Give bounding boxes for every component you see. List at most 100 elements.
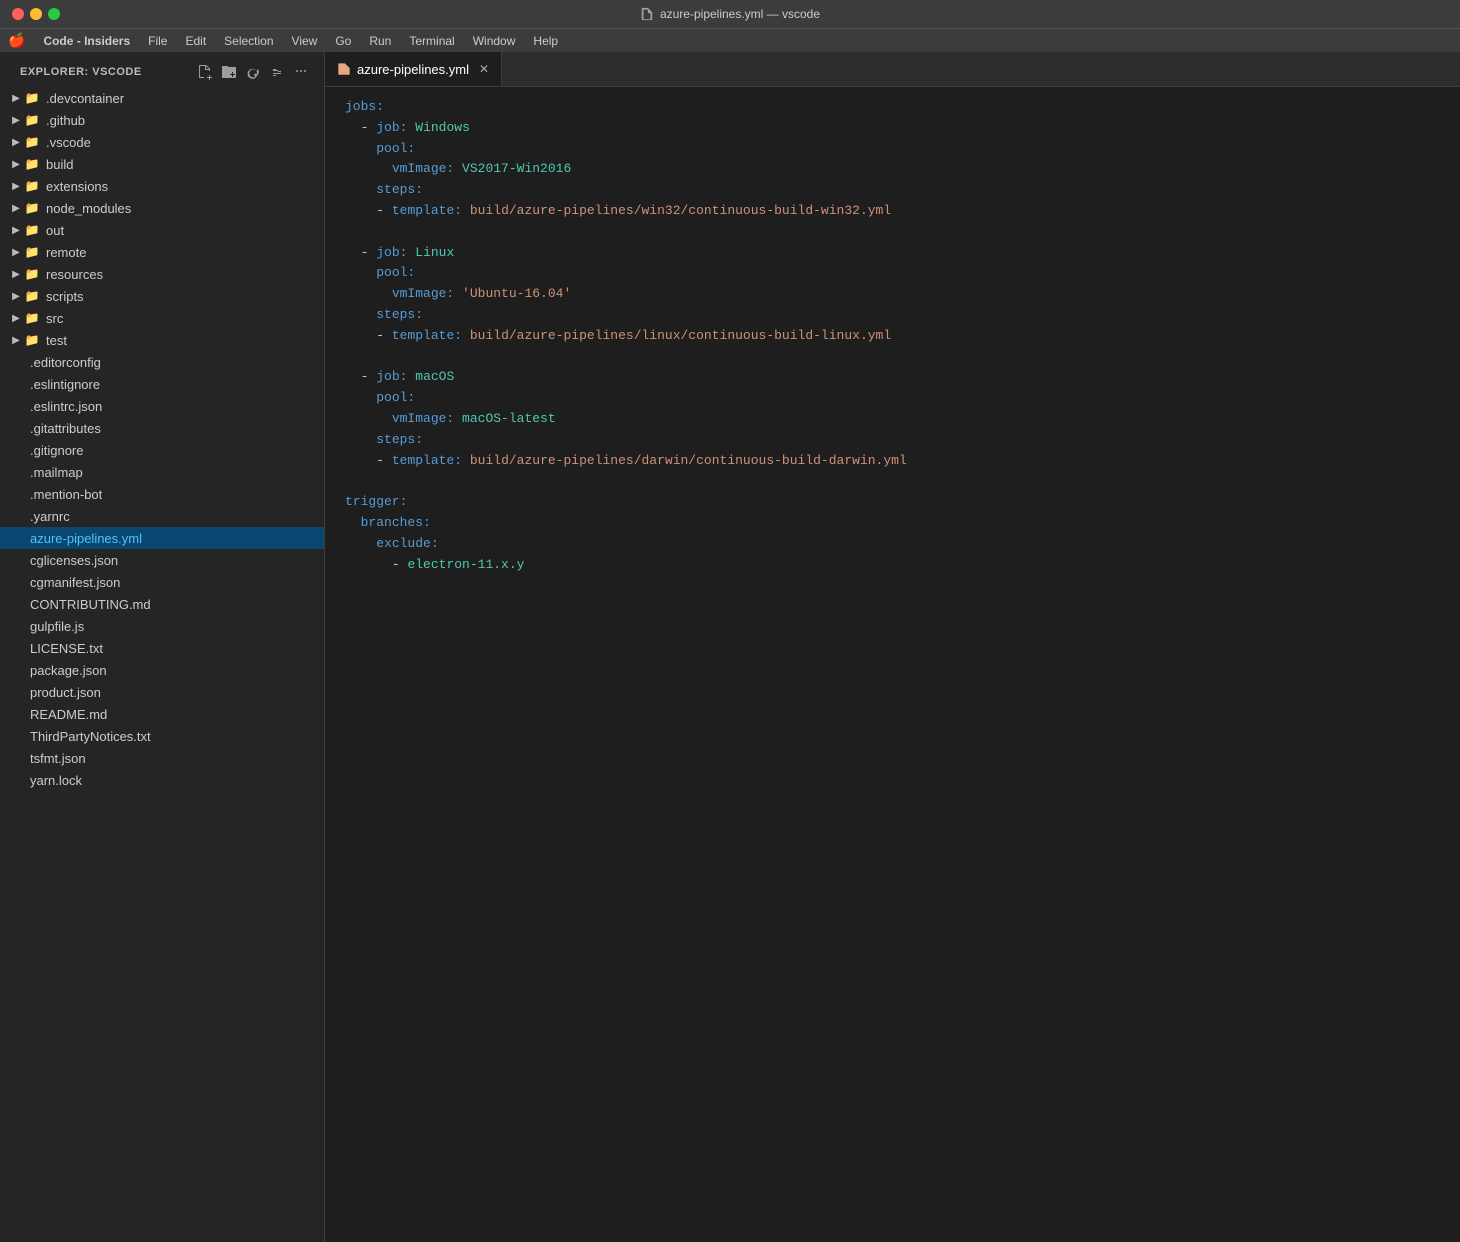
code-line: - job: Linux <box>325 243 1460 264</box>
file-azure-pipelines[interactable]: azure-pipelines.yml <box>0 527 324 549</box>
file-eslintignore[interactable]: .eslintignore <box>0 373 324 395</box>
close-button[interactable] <box>12 8 24 20</box>
menubar-help[interactable]: Help <box>525 32 566 50</box>
more-actions-button[interactable] <box>290 61 312 83</box>
new-folder-button[interactable] <box>218 61 240 83</box>
menubar-window[interactable]: Window <box>465 32 524 50</box>
file-tsfmt[interactable]: tsfmt.json <box>0 747 324 769</box>
chevron-icon: ▶ <box>8 178 24 194</box>
file-mailmap[interactable]: .mailmap <box>0 461 324 483</box>
folder-scripts[interactable]: ▶ 📁 scripts <box>0 285 324 307</box>
file-tree: ▶ 📁 .devcontainer ▶ 📁 .github ▶ 📁 .vscod… <box>0 87 324 1242</box>
sidebar-actions <box>194 61 312 83</box>
main-container: EXPLORER: VSCODE <box>0 52 1460 1242</box>
folder-icon: 📁 <box>24 134 40 150</box>
file-icon <box>640 7 654 21</box>
folder-icon: 📁 <box>24 332 40 348</box>
file-gitattributes[interactable]: .gitattributes <box>0 417 324 439</box>
sidebar-title: EXPLORER: VSCODE <box>20 66 142 78</box>
folder-icon: 📁 <box>24 178 40 194</box>
code-line: steps: <box>325 305 1460 326</box>
chevron-icon: ▶ <box>8 288 24 304</box>
apple-menu[interactable]: 🍎 <box>8 32 25 49</box>
file-cglicenses[interactable]: cglicenses.json <box>0 549 324 571</box>
file-yarnrc[interactable]: .yarnrc <box>0 505 324 527</box>
file-contributing[interactable]: CONTRIBUTING.md <box>0 593 324 615</box>
folder-test[interactable]: ▶ 📁 test <box>0 329 324 351</box>
folder-build[interactable]: ▶ 📁 build <box>0 153 324 175</box>
file-third-party-notices[interactable]: ThirdPartyNotices.txt <box>0 725 324 747</box>
code-line: jobs: <box>325 97 1460 118</box>
folder-icon: 📁 <box>24 112 40 128</box>
code-line: - job: macOS <box>325 367 1460 388</box>
chevron-icon: ▶ <box>8 222 24 238</box>
code-line: pool: <box>325 139 1460 160</box>
close-tab-icon[interactable]: ✕ <box>479 62 489 76</box>
code-line: vmImage: VS2017-Win2016 <box>325 159 1460 180</box>
folder-vscode[interactable]: ▶ 📁 .vscode <box>0 131 324 153</box>
folder-icon: 📁 <box>24 244 40 260</box>
folder-icon: 📁 <box>24 156 40 172</box>
code-line: - template: build/azure-pipelines/linux/… <box>325 326 1460 347</box>
code-line: vmImage: macOS-latest <box>325 409 1460 430</box>
menubar-go[interactable]: Go <box>327 32 359 50</box>
chevron-icon: ▶ <box>8 332 24 348</box>
folder-icon: 📁 <box>24 222 40 238</box>
maximize-button[interactable] <box>48 8 60 20</box>
minimize-button[interactable] <box>30 8 42 20</box>
file-gulpfile[interactable]: gulpfile.js <box>0 615 324 637</box>
file-gitignore[interactable]: .gitignore <box>0 439 324 461</box>
menubar-view[interactable]: View <box>284 32 326 50</box>
menubar-app[interactable]: Code - Insiders <box>35 32 138 50</box>
code-editor[interactable]: jobs: - job: Windows pool: vmImage: VS20… <box>325 87 1460 1242</box>
tab-azure-pipelines[interactable]: azure-pipelines.yml ✕ <box>325 52 502 86</box>
folder-out[interactable]: ▶ 📁 out <box>0 219 324 241</box>
file-tab-icon <box>337 62 351 76</box>
chevron-icon: ▶ <box>8 266 24 282</box>
code-line <box>325 347 1460 368</box>
file-product-json[interactable]: product.json <box>0 681 324 703</box>
chevron-icon: ▶ <box>8 200 24 216</box>
folder-icon: 📁 <box>24 288 40 304</box>
code-line: vmImage: 'Ubuntu-16.04' <box>325 284 1460 305</box>
code-line: - template: build/azure-pipelines/darwin… <box>325 451 1460 472</box>
file-editorconfig[interactable]: .editorconfig <box>0 351 324 373</box>
file-eslintrc[interactable]: .eslintrc.json <box>0 395 324 417</box>
folder-resources[interactable]: ▶ 📁 resources <box>0 263 324 285</box>
folder-devcontainer[interactable]: ▶ 📁 .devcontainer <box>0 87 324 109</box>
file-license[interactable]: LICENSE.txt <box>0 637 324 659</box>
refresh-button[interactable] <box>242 61 264 83</box>
sidebar-header: EXPLORER: VSCODE <box>0 52 324 87</box>
collapse-all-button[interactable] <box>266 61 288 83</box>
file-package-json[interactable]: package.json <box>0 659 324 681</box>
chevron-icon: ▶ <box>8 112 24 128</box>
folder-remote[interactable]: ▶ 📁 remote <box>0 241 324 263</box>
tab-label: azure-pipelines.yml <box>357 62 469 77</box>
folder-icon: 📁 <box>24 266 40 282</box>
tab-bar: azure-pipelines.yml ✕ <box>325 52 1460 87</box>
code-line: steps: <box>325 180 1460 201</box>
new-file-button[interactable] <box>194 61 216 83</box>
file-mention-bot[interactable]: .mention-bot <box>0 483 324 505</box>
menubar-selection[interactable]: Selection <box>216 32 281 50</box>
menubar-file[interactable]: File <box>140 32 175 50</box>
folder-github[interactable]: ▶ 📁 .github <box>0 109 324 131</box>
menubar-edit[interactable]: Edit <box>177 32 214 50</box>
code-line: steps: <box>325 430 1460 451</box>
menubar-terminal[interactable]: Terminal <box>401 32 462 50</box>
sidebar: EXPLORER: VSCODE <box>0 52 325 1242</box>
code-line: exclude: <box>325 534 1460 555</box>
folder-icon: 📁 <box>24 90 40 106</box>
file-yarn-lock[interactable]: yarn.lock <box>0 769 324 791</box>
file-cgmanifest[interactable]: cgmanifest.json <box>0 571 324 593</box>
editor-area: azure-pipelines.yml ✕ jobs: - job: Windo… <box>325 52 1460 1242</box>
code-line: - job: Windows <box>325 118 1460 139</box>
folder-src[interactable]: ▶ 📁 src <box>0 307 324 329</box>
folder-node-modules[interactable]: ▶ 📁 node_modules <box>0 197 324 219</box>
chevron-icon: ▶ <box>8 310 24 326</box>
chevron-icon: ▶ <box>8 90 24 106</box>
file-readme[interactable]: README.md <box>0 703 324 725</box>
menubar-run[interactable]: Run <box>361 32 399 50</box>
traffic-lights <box>12 8 60 20</box>
folder-extensions[interactable]: ▶ 📁 extensions <box>0 175 324 197</box>
